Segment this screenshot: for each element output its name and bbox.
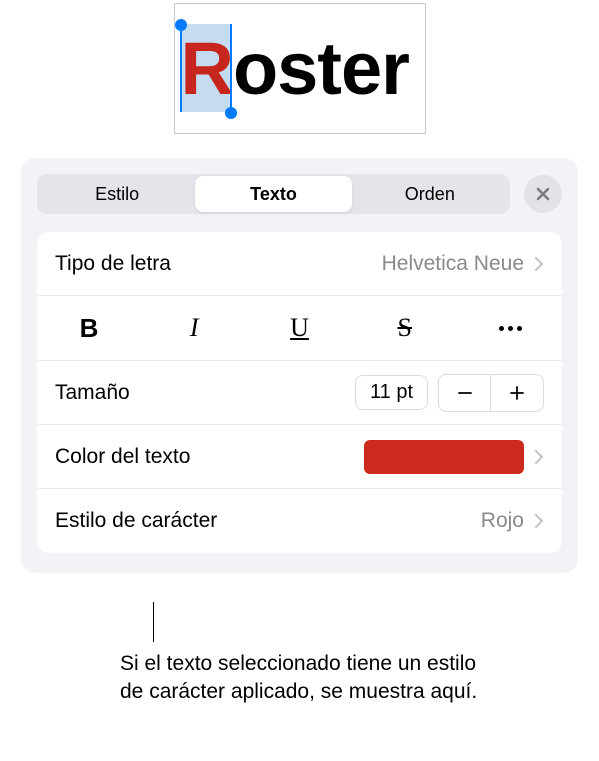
text-style-row: B I U S: [37, 296, 562, 361]
more-options-button[interactable]: [482, 296, 538, 360]
callout-leader-line: [153, 602, 154, 642]
size-row: Tamaño 11 pt: [37, 361, 562, 425]
chevron-right-icon: [534, 256, 544, 272]
panel-header: Estilo Texto Orden: [37, 174, 562, 214]
selection-handle-end[interactable]: [225, 107, 237, 119]
selection-caret-left: [180, 24, 182, 112]
text-color-label: Color del texto: [55, 445, 364, 469]
font-label: Tipo de letra: [55, 252, 382, 276]
text-color-row[interactable]: Color del texto: [37, 425, 562, 489]
selection-caret-right: [230, 24, 232, 112]
bold-button[interactable]: B: [61, 296, 117, 360]
font-value: Helvetica Neue: [382, 252, 524, 276]
tab-order[interactable]: Orden: [352, 176, 508, 212]
preview-first-letter: R: [181, 26, 233, 111]
text-preview-box: Roster: [174, 3, 426, 134]
character-style-row[interactable]: Estilo de carácter Rojo: [37, 489, 562, 553]
size-decrease-button[interactable]: [439, 375, 491, 411]
italic-button[interactable]: I: [166, 296, 222, 360]
size-increase-button[interactable]: [491, 375, 543, 411]
size-value[interactable]: 11 pt: [355, 375, 428, 410]
character-style-label: Estilo de carácter: [55, 509, 481, 533]
minus-icon: [456, 384, 474, 402]
close-icon: [535, 186, 551, 202]
chevron-right-icon: [534, 513, 544, 529]
tab-style[interactable]: Estilo: [39, 176, 195, 212]
character-style-value: Rojo: [481, 509, 524, 533]
tab-segmented-control: Estilo Texto Orden: [37, 174, 510, 214]
underline-button[interactable]: U: [272, 296, 328, 360]
close-button[interactable]: [524, 175, 562, 213]
text-color-swatch: [364, 440, 524, 474]
size-stepper: [438, 374, 544, 412]
preview-area: Roster: [0, 0, 599, 134]
chevron-right-icon: [534, 449, 544, 465]
tab-text[interactable]: Texto: [195, 176, 351, 212]
size-label: Tamaño: [55, 381, 355, 405]
preview-rest: oster: [233, 27, 409, 110]
callout-text: Si el texto seleccionado tiene un estilo…: [120, 650, 480, 707]
format-panel: Estilo Texto Orden Tipo de letra Helveti…: [21, 158, 578, 573]
ellipsis-icon: [499, 326, 522, 331]
font-row[interactable]: Tipo de letra Helvetica Neue: [37, 232, 562, 296]
format-card: Tipo de letra Helvetica Neue B I U S Tam…: [37, 232, 562, 553]
strikethrough-button[interactable]: S: [377, 296, 433, 360]
preview-text[interactable]: Roster: [181, 26, 409, 111]
plus-icon: [508, 384, 526, 402]
selection-handle-start[interactable]: [175, 19, 187, 31]
